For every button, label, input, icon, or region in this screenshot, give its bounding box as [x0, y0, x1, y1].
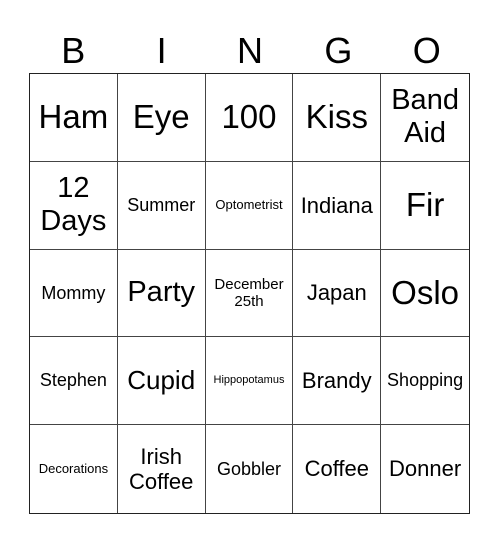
bingo-cell[interactable]: Indiana	[293, 161, 382, 250]
bingo-cell[interactable]: Optometrist	[205, 161, 294, 250]
bingo-cell[interactable]: Fir	[381, 162, 469, 250]
bingo-cell[interactable]: Irish Coffee	[118, 425, 206, 513]
header-letter-g: G	[324, 30, 353, 71]
bingo-cell[interactable]: 100	[205, 74, 294, 162]
bingo-header: B I N G O	[29, 30, 471, 72]
bingo-cell[interactable]: Ham	[30, 74, 118, 162]
bingo-cell[interactable]: Japan	[293, 249, 382, 338]
bingo-cell[interactable]: Mommy	[30, 249, 118, 338]
bingo-cell[interactable]: 12 Days	[30, 161, 118, 250]
bingo-cell[interactable]: Stephen	[30, 337, 118, 426]
bingo-cell[interactable]: Coffee	[293, 425, 382, 513]
header-letter-o: O	[412, 30, 441, 71]
bingo-cell[interactable]: Hippopotamus	[205, 337, 294, 426]
bingo-cell[interactable]: Gobbler	[206, 425, 294, 513]
bingo-cell[interactable]: Summer	[117, 161, 206, 250]
bingo-cell[interactable]: Eye	[117, 74, 206, 162]
header-letter-b: B	[61, 30, 86, 71]
bingo-cell[interactable]: Band Aid	[381, 74, 469, 162]
bingo-cell[interactable]: Party	[117, 249, 206, 338]
bingo-cell[interactable]: Kiss	[293, 74, 382, 162]
header-letter-n: N	[236, 30, 263, 71]
bingo-cell[interactable]: Shopping	[381, 337, 469, 426]
bingo-cell[interactable]: Brandy	[293, 337, 382, 426]
header-letter-i: I	[156, 30, 167, 71]
bingo-cell[interactable]: Decorations	[30, 425, 118, 513]
bingo-grid: Ham Eye 100 Kiss Band Aid 12 Days Summer…	[29, 73, 470, 514]
bingo-cell[interactable]: Oslo	[381, 250, 469, 338]
bingo-cell[interactable]: Cupid	[117, 337, 206, 426]
bingo-cell[interactable]: Donner	[381, 425, 469, 513]
bingo-cell[interactable]: December 25th	[205, 249, 294, 338]
